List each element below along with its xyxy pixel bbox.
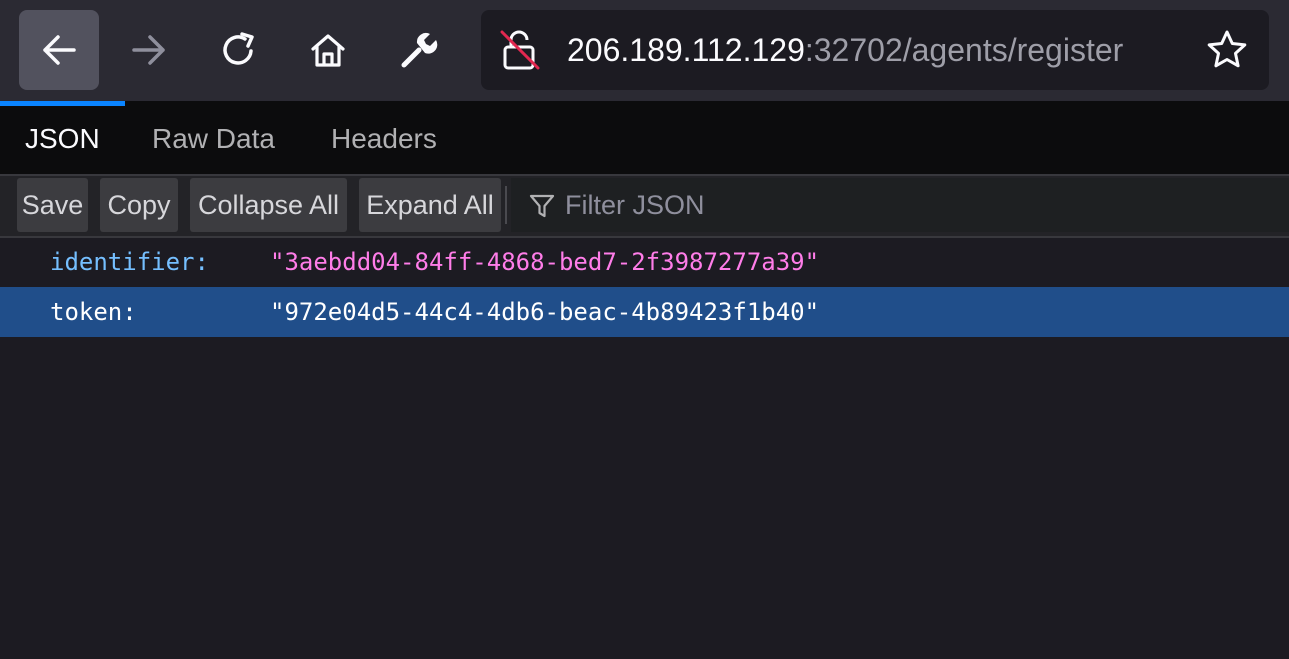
tab-headers[interactable]: Headers — [331, 123, 437, 155]
url-text[interactable]: 206.189.112.129:32702/agents/register — [567, 30, 1123, 70]
url-path: :32702/agents/register — [804, 32, 1124, 68]
filter-box[interactable] — [511, 178, 1289, 232]
browser-toolbar: 206.189.112.129:32702/agents/register — [0, 0, 1289, 101]
reload-icon — [223, 32, 254, 65]
json-row-token[interactable]: token: "972e04d5-44c4-4db6-beac-4b89423f… — [0, 287, 1289, 337]
forward-button[interactable] — [109, 10, 189, 90]
copy-button[interactable]: Copy — [100, 178, 178, 232]
save-button[interactable]: Save — [17, 178, 88, 232]
wrench-icon — [401, 33, 438, 68]
tools-button[interactable] — [378, 10, 458, 90]
back-arrow-icon — [43, 35, 76, 65]
json-string-value: "972e04d5-44c4-4db6-beac-4b89423f1b40" — [270, 298, 820, 326]
filter-json-input[interactable] — [565, 187, 1265, 223]
url-host: 206.189.112.129 — [567, 32, 805, 68]
collapse-all-button[interactable]: Collapse All — [190, 178, 347, 232]
json-key: identifier: — [50, 248, 209, 276]
star-icon[interactable] — [1205, 28, 1249, 72]
forward-arrow-icon — [132, 35, 165, 65]
tab-raw-data[interactable]: Raw Data — [152, 123, 275, 155]
home-button[interactable] — [288, 10, 368, 90]
home-icon — [311, 34, 345, 67]
json-action-bar: Save Copy Collapse All Expand All — [0, 176, 1289, 236]
insecure-lock-icon — [500, 30, 540, 70]
reload-button[interactable] — [199, 10, 279, 90]
url-bar[interactable]: 206.189.112.129:32702/agents/register — [481, 10, 1269, 90]
back-button[interactable] — [19, 10, 99, 90]
viewer-tabbar: JSON Raw Data Headers — [0, 101, 1289, 174]
json-row-identifier[interactable]: identifier: "3aebdd04-84ff-4868-bed7-2f3… — [0, 237, 1289, 287]
json-string-value: "3aebdd04-84ff-4868-bed7-2f3987277a39" — [270, 248, 820, 276]
divider — [505, 186, 507, 224]
expand-all-button[interactable]: Expand All — [359, 178, 501, 232]
filter-icon — [529, 194, 555, 218]
json-key: token: — [50, 298, 137, 326]
selected-tab-indicator — [0, 101, 125, 106]
tab-json[interactable]: JSON — [25, 123, 100, 155]
